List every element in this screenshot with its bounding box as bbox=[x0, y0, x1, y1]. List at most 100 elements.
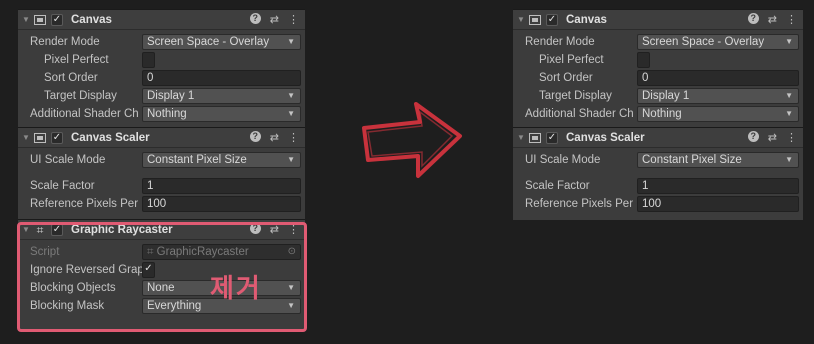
target-display-value: Display 1 bbox=[147, 90, 195, 102]
pixel-perfect-checkbox[interactable] bbox=[142, 52, 155, 68]
kebab-menu-icon[interactable]: ⋮ bbox=[786, 131, 797, 144]
dropdown-arrow-icon: ▼ bbox=[785, 37, 793, 46]
ui-scale-mode-value: Constant Pixel Size bbox=[147, 154, 247, 166]
dropdown-arrow-icon: ▼ bbox=[287, 155, 295, 164]
dropdown-arrow-icon: ▼ bbox=[785, 109, 793, 118]
fold-arrow-icon[interactable]: ▼ bbox=[517, 133, 527, 142]
dropdown-arrow-icon: ▼ bbox=[287, 283, 295, 292]
additional-shader-label: Additional Shader Ch bbox=[525, 108, 634, 120]
help-icon[interactable]: ? bbox=[249, 131, 261, 142]
dropdown-arrow-icon: ▼ bbox=[287, 109, 295, 118]
sort-order-field[interactable]: 0 bbox=[637, 70, 799, 86]
target-display-value: Display 1 bbox=[642, 90, 690, 102]
fold-arrow-icon[interactable]: ▼ bbox=[517, 15, 527, 24]
blocking-objects-label: Blocking Objects bbox=[30, 282, 116, 294]
graphic-raycaster-header[interactable]: ▼ ⌗ ✓ Graphic Raycaster ? ⇄ ⋮ bbox=[18, 219, 305, 240]
canvas-icon bbox=[34, 14, 46, 25]
scale-factor-field[interactable]: 1 bbox=[637, 178, 799, 194]
ui-scale-mode-label: UI Scale Mode bbox=[30, 154, 106, 166]
target-display-dropdown[interactable]: Display 1 ▼ bbox=[637, 88, 799, 104]
scale-factor-label: Scale Factor bbox=[30, 180, 95, 192]
blocking-mask-label: Blocking Mask bbox=[30, 300, 105, 312]
additional-shader-dropdown[interactable]: Nothing ▼ bbox=[637, 106, 799, 122]
kebab-menu-icon[interactable]: ⋮ bbox=[288, 223, 299, 236]
render-mode-value: Screen Space - Overlay bbox=[147, 36, 270, 48]
target-display-label: Target Display bbox=[539, 90, 612, 102]
render-mode-label: Render Mode bbox=[30, 36, 100, 48]
dropdown-arrow-icon: ▼ bbox=[287, 37, 295, 46]
help-icon[interactable]: ? bbox=[249, 13, 261, 24]
script-value: GraphicRaycaster bbox=[156, 246, 249, 258]
fold-arrow-icon[interactable]: ▼ bbox=[22, 15, 32, 24]
render-mode-dropdown[interactable]: Screen Space - Overlay ▼ bbox=[637, 34, 799, 50]
canvas-scaler-enabled-checkbox[interactable]: ✓ bbox=[51, 131, 63, 144]
ui-scale-mode-dropdown[interactable]: Constant Pixel Size ▼ bbox=[142, 152, 301, 168]
additional-shader-label: Additional Shader Ch bbox=[30, 108, 139, 120]
canvas-scaler-header[interactable]: ▼ ✓ Canvas Scaler ? ⇄ ⋮ bbox=[513, 127, 803, 148]
preset-icon[interactable]: ⇄ bbox=[270, 223, 279, 236]
ui-scale-mode-dropdown[interactable]: Constant Pixel Size ▼ bbox=[637, 152, 799, 168]
help-icon[interactable]: ? bbox=[747, 131, 759, 142]
reference-pixels-label: Reference Pixels Per bbox=[525, 198, 634, 210]
ui-scale-mode-label: UI Scale Mode bbox=[525, 154, 601, 166]
blocking-objects-value: None bbox=[147, 282, 175, 294]
dropdown-arrow-icon: ▼ bbox=[785, 155, 793, 164]
removal-annotation: 제거 bbox=[210, 273, 262, 303]
canvas-component-header[interactable]: ▼ ✓ Canvas ? ⇄ ⋮ bbox=[18, 9, 305, 30]
scale-factor-label: Scale Factor bbox=[525, 180, 590, 192]
canvas-scaler-icon bbox=[529, 132, 541, 143]
object-picker-icon[interactable]: ⊙ bbox=[288, 245, 296, 259]
reference-pixels-field[interactable]: 100 bbox=[637, 196, 799, 212]
canvas-scaler-icon bbox=[34, 132, 46, 143]
canvas-icon bbox=[529, 14, 541, 25]
reference-pixels-field[interactable]: 100 bbox=[142, 196, 301, 212]
ignore-reversed-label: Ignore Reversed Grap bbox=[30, 264, 142, 276]
pixel-perfect-checkbox[interactable] bbox=[637, 52, 650, 68]
fold-arrow-icon[interactable]: ▼ bbox=[22, 133, 32, 142]
fold-arrow-icon[interactable]: ▼ bbox=[22, 225, 32, 234]
reference-pixels-label: Reference Pixels Per bbox=[30, 198, 139, 210]
sort-order-label: Sort Order bbox=[44, 72, 98, 84]
dropdown-arrow-icon: ▼ bbox=[287, 91, 295, 100]
canvas-scaler-enabled-checkbox[interactable]: ✓ bbox=[546, 131, 558, 144]
dropdown-arrow-icon: ▼ bbox=[287, 301, 295, 310]
kebab-menu-icon[interactable]: ⋮ bbox=[288, 131, 299, 144]
help-icon[interactable]: ? bbox=[747, 13, 759, 24]
preset-icon[interactable]: ⇄ bbox=[768, 13, 777, 26]
sort-order-field[interactable]: 0 bbox=[142, 70, 301, 86]
kebab-menu-icon[interactable]: ⋮ bbox=[288, 13, 299, 26]
canvas-enabled-checkbox[interactable]: ✓ bbox=[51, 13, 63, 26]
help-icon[interactable]: ? bbox=[249, 223, 261, 234]
render-mode-value: Screen Space - Overlay bbox=[642, 36, 765, 48]
canvas-component-header[interactable]: ▼ ✓ Canvas ? ⇄ ⋮ bbox=[513, 9, 803, 30]
ignore-reversed-checkbox[interactable]: ✓ bbox=[142, 262, 155, 278]
right-inspector-panel: ▼ ✓ Canvas ? ⇄ ⋮ Render Mode Screen Space -… bbox=[513, 9, 803, 220]
render-mode-label: Render Mode bbox=[525, 36, 595, 48]
additional-shader-dropdown[interactable]: Nothing ▼ bbox=[142, 106, 301, 122]
component-title: Canvas Scaler bbox=[71, 131, 150, 144]
preset-icon[interactable]: ⇄ bbox=[270, 131, 279, 144]
target-display-dropdown[interactable]: Display 1 ▼ bbox=[142, 88, 301, 104]
preset-icon[interactable]: ⇄ bbox=[270, 13, 279, 26]
component-title: Graphic Raycaster bbox=[71, 223, 173, 236]
ui-scale-mode-value: Constant Pixel Size bbox=[642, 154, 742, 166]
canvas-scaler-header[interactable]: ▼ ✓ Canvas Scaler ? ⇄ ⋮ bbox=[18, 127, 305, 148]
graphic-raycaster-enabled-checkbox[interactable]: ✓ bbox=[51, 223, 63, 236]
dropdown-arrow-icon: ▼ bbox=[785, 91, 793, 100]
transition-arrow-icon bbox=[362, 102, 462, 178]
component-title: Canvas Scaler bbox=[566, 131, 645, 144]
pixel-perfect-label: Pixel Perfect bbox=[539, 54, 604, 66]
component-title: Canvas bbox=[71, 13, 112, 26]
left-inspector-panel: ▼ ✓ Canvas ? ⇄ ⋮ Render Mode Screen Space -… bbox=[18, 9, 305, 329]
render-mode-dropdown[interactable]: Screen Space - Overlay ▼ bbox=[142, 34, 301, 50]
preset-icon[interactable]: ⇄ bbox=[768, 131, 777, 144]
scale-factor-field[interactable]: 1 bbox=[142, 178, 301, 194]
additional-shader-value: Nothing bbox=[147, 108, 187, 120]
kebab-menu-icon[interactable]: ⋮ bbox=[786, 13, 797, 26]
script-label: Script bbox=[30, 246, 60, 258]
pixel-perfect-label: Pixel Perfect bbox=[44, 54, 109, 66]
canvas-enabled-checkbox[interactable]: ✓ bbox=[546, 13, 558, 26]
sort-order-label: Sort Order bbox=[539, 72, 593, 84]
script-field: ⌗ GraphicRaycaster ⊙ bbox=[142, 244, 301, 260]
script-file-icon: ⌗ bbox=[147, 246, 157, 258]
